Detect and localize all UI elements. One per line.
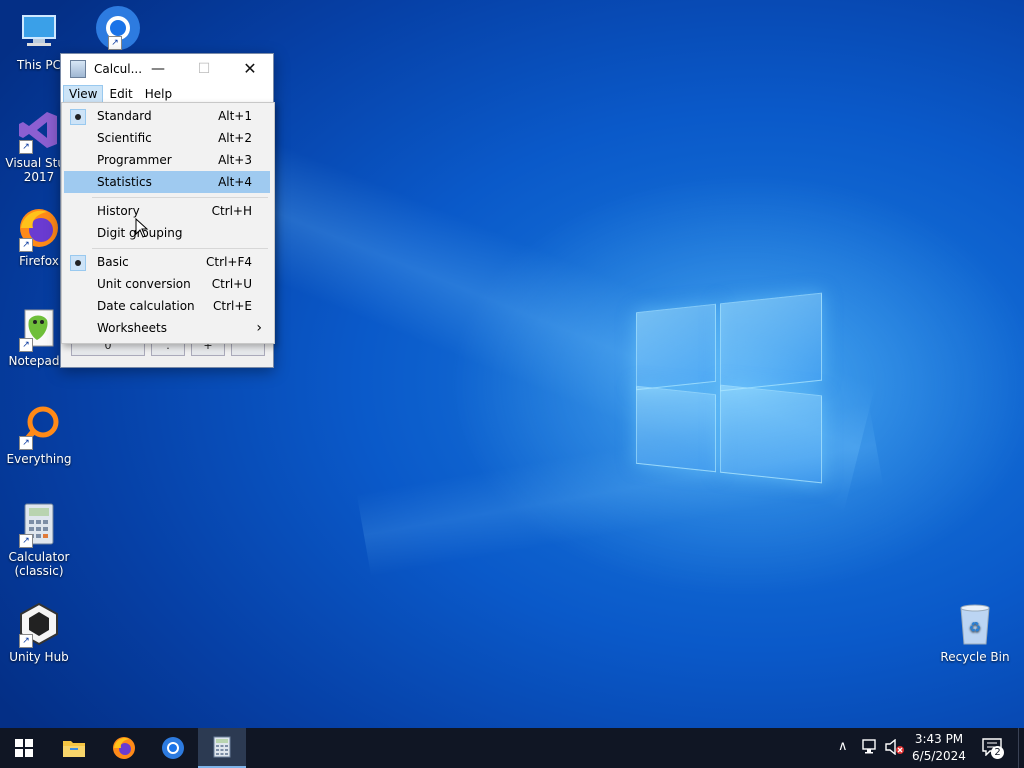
notepadpp-icon: ↗ [17, 306, 61, 352]
menu-separator [92, 197, 268, 198]
menu-item-statistics[interactable]: Statistics Alt+4 [64, 171, 270, 193]
visual-studio-icon: ↗ [17, 108, 61, 154]
desktop-icon-calculator[interactable]: ↗ Calculator (classic) [1, 502, 77, 578]
calculator-icon: ↗ [17, 502, 61, 548]
close-button[interactable]: ✕ [227, 54, 273, 83]
taskbar-file-explorer[interactable] [50, 728, 98, 768]
start-button[interactable] [0, 728, 48, 768]
desktop-icon-label: Everything [6, 452, 72, 466]
desktop-icon-chrome[interactable]: ↗ [78, 4, 154, 52]
maximize-button[interactable]: ☐ [181, 54, 227, 83]
desktop-icon-everything[interactable]: ↗ Everything [1, 404, 77, 466]
menu-item-scientific[interactable]: Scientific Alt+2 [64, 127, 270, 149]
menu-item-worksheets[interactable]: Worksheets › [64, 317, 270, 339]
show-desktop-button[interactable] [1018, 728, 1024, 768]
chevron-right-icon: › [256, 320, 262, 336]
taskbar-chrome[interactable] [149, 728, 197, 768]
desktop-icon-label: Unity Hub [9, 650, 69, 664]
everything-search-icon: ↗ [17, 404, 61, 450]
menu-separator [92, 248, 268, 249]
menu-item-digit-grouping[interactable]: Digit grouping [64, 222, 270, 244]
calculator-titlebar[interactable]: Calcul... — ☐ ✕ [61, 54, 273, 83]
taskbar: ∧ 3:43 PM 6/5/2024 2 [0, 728, 1024, 768]
menu-edit[interactable]: Edit [103, 85, 138, 103]
view-menu-dropdown: Standard Alt+1 Scientific Alt+2 Programm… [61, 102, 275, 344]
menu-help[interactable]: Help [139, 85, 178, 103]
folder-icon [63, 741, 85, 757]
radio-check-indicator [70, 109, 86, 125]
firefox-icon [113, 737, 135, 759]
desktop-icon-label: (classic) [14, 564, 64, 578]
volume-muted-icon[interactable] [885, 738, 905, 758]
clock-date: 6/5/2024 [912, 749, 966, 763]
menu-item-programmer[interactable]: Programmer Alt+3 [64, 149, 270, 171]
menu-item-standard[interactable]: Standard Alt+1 [64, 105, 270, 127]
minimize-button[interactable]: — [135, 54, 181, 83]
computer-icon [17, 10, 61, 54]
chrome-icon [162, 737, 184, 759]
notification-count-badge: 2 [991, 746, 1004, 759]
clock-time: 3:43 PM [914, 732, 964, 746]
clock[interactable]: 3:43 PM 6/5/2024 [904, 731, 974, 765]
windows-start-icon [15, 739, 33, 757]
svg-text:♻: ♻ [969, 620, 982, 636]
mouse-cursor-icon [135, 217, 149, 241]
desktop-icon-unity-hub[interactable]: ↗ Unity Hub [1, 602, 77, 664]
action-center-button[interactable]: 2 [982, 738, 1004, 759]
desktop-icon-recycle-bin[interactable]: ♻ Recycle Bin [937, 602, 1013, 664]
menu-item-history[interactable]: History Ctrl+H [64, 200, 270, 222]
calculator-icon [213, 736, 231, 758]
desktop-icon-label: Recycle Bin [940, 650, 1010, 664]
radio-check-indicator [70, 255, 86, 271]
firefox-icon: ↗ [17, 206, 61, 252]
unity-hub-icon: ↗ [17, 602, 61, 648]
network-icon[interactable] [862, 739, 880, 758]
taskbar-firefox[interactable] [100, 728, 148, 768]
desktop-icon-label: Calculator [8, 550, 70, 564]
menu-item-basic[interactable]: Basic Ctrl+F4 [64, 251, 270, 273]
chrome-icon: ↗ [94, 4, 140, 50]
taskbar-calculator[interactable] [198, 728, 246, 768]
calculator-app-icon [70, 59, 86, 78]
menu-view[interactable]: View [63, 85, 104, 103]
recycle-bin-icon: ♻ [953, 602, 997, 646]
menu-item-date-calculation[interactable]: Date calculation Ctrl+E [64, 295, 270, 317]
windows-logo-wallpaper [636, 290, 822, 484]
menu-item-unit-conversion[interactable]: Unit conversion Ctrl+U [64, 273, 270, 295]
tray-overflow-chevron-icon[interactable]: ∧ [838, 739, 848, 754]
